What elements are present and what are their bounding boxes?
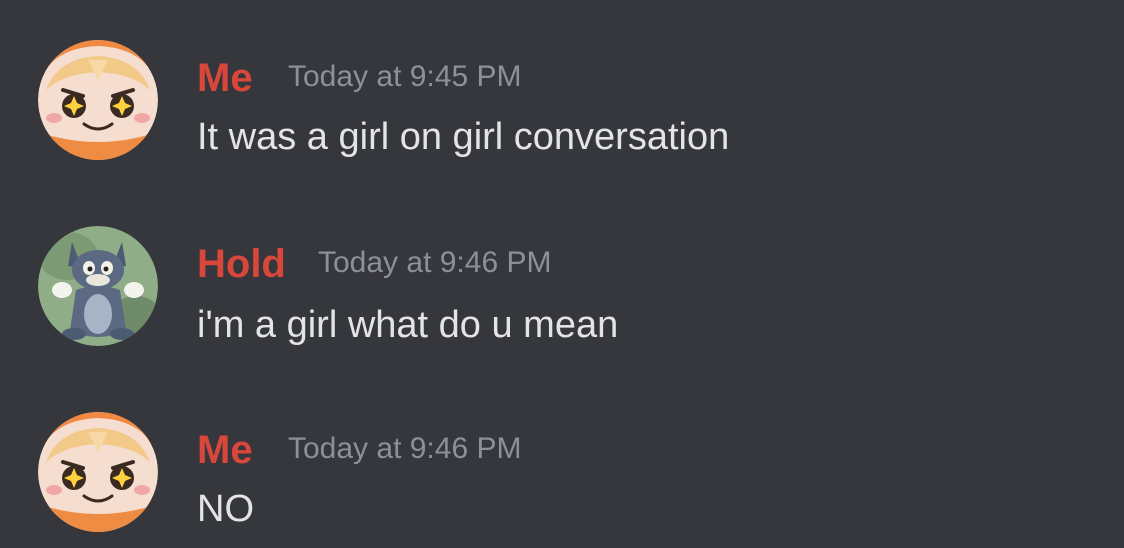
message-timestamp: Today at 9:46 PM	[288, 432, 522, 465]
user-avatar[interactable]	[38, 40, 158, 160]
user-avatar[interactable]	[38, 412, 158, 532]
message-text: It was a girl on girl conversation	[197, 116, 730, 158]
cartoon-cat-avatar-icon	[38, 226, 158, 346]
message-timestamp: Today at 9:45 PM	[288, 60, 522, 93]
user-avatar[interactable]	[38, 226, 158, 346]
message-author[interactable]: Me	[197, 430, 253, 470]
message-timestamp: Today at 9:46 PM	[318, 246, 552, 279]
chat-message: Me Today at 9:45 PM It was a girl on gir…	[0, 0, 1124, 160]
message-author[interactable]: Hold	[197, 244, 286, 284]
chat-message-list: Me Today at 9:45 PM It was a girl on gir…	[0, 0, 1124, 548]
chat-message: Hold Today at 9:46 PM i'm a girl what do…	[0, 186, 1124, 346]
chat-message: Me Today at 9:46 PM NO	[0, 372, 1124, 532]
umaru-chibi-avatar-icon	[38, 412, 158, 532]
message-text: i'm a girl what do u mean	[197, 304, 619, 346]
message-text: NO	[197, 488, 254, 530]
message-author[interactable]: Me	[197, 58, 253, 98]
umaru-chibi-avatar-icon	[38, 40, 158, 160]
